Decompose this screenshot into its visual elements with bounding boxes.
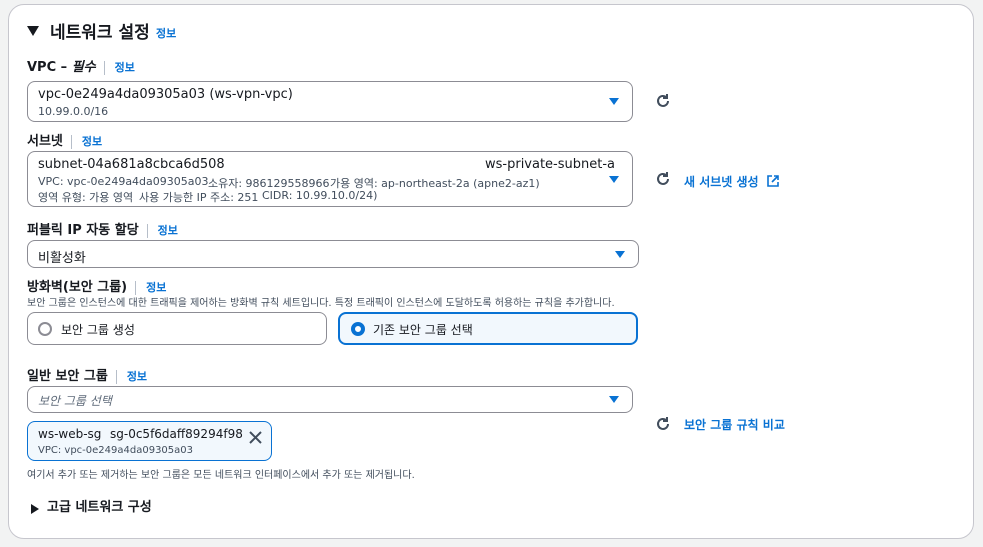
- chevron-down-icon: [615, 251, 625, 258]
- expand-triangle-icon[interactable]: [31, 499, 39, 518]
- security-group-note: 여기서 추가 또는 제거하는 보안 그룹은 모든 네트워크 인터페이스에서 추가…: [27, 470, 415, 481]
- token-id: sg-0c5f6daff89294f98: [110, 427, 243, 441]
- public-ip-select[interactable]: 비활성화: [27, 240, 639, 268]
- subnet-zone-type: 영역 유형: 가용 영역: [38, 191, 134, 204]
- section-title: 네트워크 설정: [50, 23, 150, 43]
- refresh-icon[interactable]: [655, 171, 671, 187]
- refresh-icon[interactable]: [655, 416, 671, 432]
- advanced-network-config-toggle[interactable]: 고급 네트워크 구성: [47, 496, 152, 515]
- vpc-info-link[interactable]: 정보: [115, 61, 135, 74]
- security-group-placeholder: 보안 그룹 선택: [38, 394, 112, 408]
- security-group-token: ws-web-sg sg-0c5f6daff89294f98 VPC: vpc-…: [27, 421, 272, 461]
- subnet-name: ws-private-subnet-a: [485, 157, 616, 172]
- token-name: ws-web-sg: [38, 427, 102, 441]
- public-ip-label: 퍼블릭 IP 자동 할당 정보: [27, 223, 178, 238]
- external-link-icon: [766, 172, 779, 191]
- subnet-id: subnet-04a681a8cbca6d508: [38, 157, 225, 172]
- security-group-select[interactable]: 보안 그룹 선택: [27, 386, 633, 413]
- firewall-info-link[interactable]: 정보: [146, 281, 166, 294]
- radio-label: 기존 보안 그룹 선택: [373, 323, 473, 337]
- token-vpc: VPC: vpc-0e249a4da09305a03: [38, 445, 194, 456]
- vpc-selected-value: vpc-0e249a4da09305a03 (ws-vpn-vpc): [38, 87, 293, 102]
- firewall-label: 방화벽(보안 그룹) 정보: [27, 280, 167, 295]
- security-group-label: 일반 보안 그룹 정보: [27, 369, 148, 384]
- radio-create-security-group[interactable]: 보안 그룹 생성: [27, 312, 327, 345]
- public-ip-info-link[interactable]: 정보: [158, 224, 178, 237]
- subnet-info-link[interactable]: 정보: [82, 135, 102, 148]
- firewall-description: 보안 그룹은 인스턴스에 대한 트래픽을 제어하는 방화벽 규칙 세트입니다. …: [27, 298, 615, 309]
- compare-security-group-rules-link[interactable]: 보안 그룹 규칙 비교: [684, 416, 785, 433]
- subnet-select[interactable]: subnet-04a681a8cbca6d508 ws-private-subn…: [27, 151, 633, 207]
- radio-button-selected[interactable]: [351, 322, 365, 336]
- chevron-down-icon: [609, 176, 619, 183]
- subnet-label: 서브넷 정보: [27, 134, 103, 149]
- public-ip-value: 비활성화: [38, 251, 86, 266]
- radio-label: 보안 그룹 생성: [61, 323, 135, 337]
- close-icon[interactable]: [249, 429, 263, 444]
- chevron-down-icon: [609, 98, 619, 105]
- subnet-vpc: VPC: vpc-0e249a4da09305a03: [38, 175, 209, 188]
- vpc-label: VPC – 필수 정보: [27, 60, 135, 75]
- subnet-cidr: CIDR: 10.99.10.0/24): [262, 189, 378, 202]
- subnet-available-ips: 사용 가능한 IP 주소: 251: [139, 191, 259, 204]
- refresh-icon[interactable]: [655, 93, 671, 109]
- radio-button[interactable]: [38, 322, 52, 336]
- create-subnet-link[interactable]: 새 서브넷 생성: [684, 171, 779, 191]
- vpc-cidr: 10.99.0.0/16: [38, 105, 109, 118]
- vpc-select[interactable]: vpc-0e249a4da09305a03 (ws-vpn-vpc) 10.99…: [27, 81, 633, 122]
- radio-select-existing-security-group[interactable]: 기존 보안 그룹 선택: [338, 312, 638, 345]
- collapse-triangle-icon[interactable]: [27, 21, 41, 36]
- chevron-down-icon: [609, 396, 619, 403]
- section-info-link[interactable]: 정보: [156, 25, 176, 41]
- security-group-info-link[interactable]: 정보: [127, 370, 147, 383]
